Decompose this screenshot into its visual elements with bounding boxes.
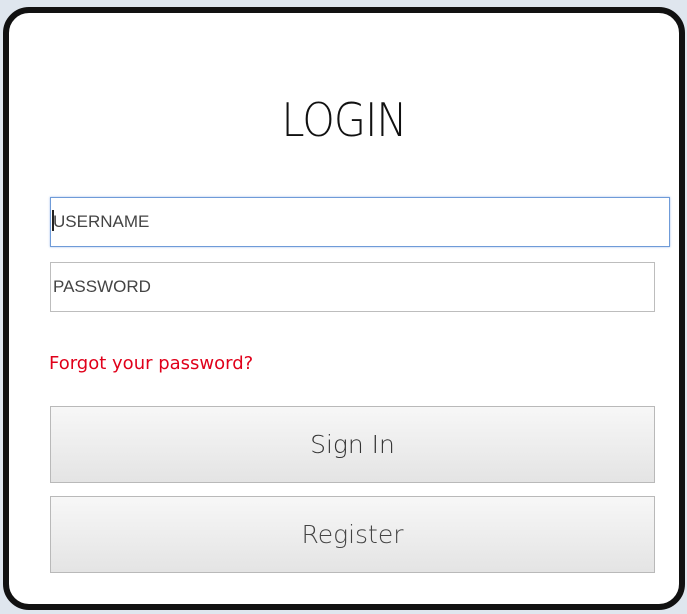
login-title: LOGIN (281, 93, 408, 147)
login-card: LOGIN Forgot your password? Sign In Regi… (3, 7, 685, 610)
sign-in-button[interactable]: Sign In (50, 406, 655, 483)
text-caret (52, 210, 54, 231)
register-button[interactable]: Register (50, 496, 655, 573)
username-field[interactable] (50, 197, 670, 247)
forgot-password-link[interactable]: Forgot your password? (49, 353, 253, 374)
password-field[interactable] (50, 262, 655, 312)
login-screen: LOGIN Forgot your password? Sign In Regi… (0, 0, 687, 614)
